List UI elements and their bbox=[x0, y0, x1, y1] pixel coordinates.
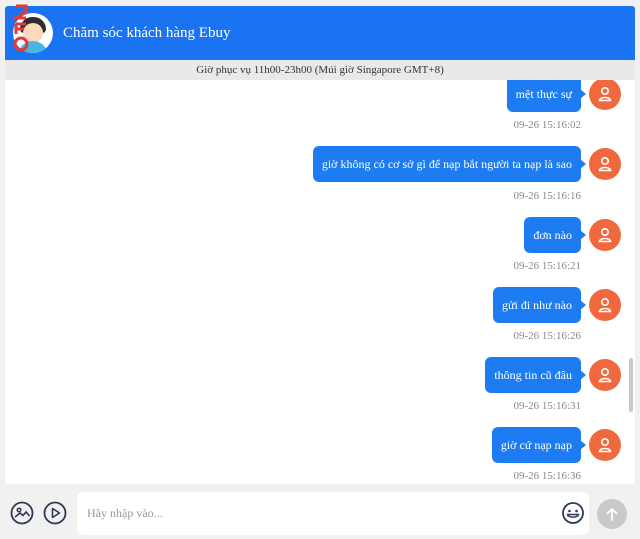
chat-header: Chăm sóc khách hàng Ebuy bbox=[5, 4, 635, 60]
message-bubble: thông tin cũ đâu bbox=[485, 357, 586, 393]
image-upload-button[interactable] bbox=[10, 501, 34, 525]
message-timestamp: 09-26 15:16:02 bbox=[513, 119, 581, 131]
user-avatar-icon bbox=[589, 148, 621, 180]
message-bubble: gửi đi như nào bbox=[492, 287, 587, 323]
scrollbar-thumb[interactable] bbox=[629, 358, 633, 412]
message-timestamp: 09-26 15:16:21 bbox=[513, 260, 581, 272]
arrow-up-icon bbox=[606, 508, 618, 521]
message-timestamp: 09-26 15:16:31 bbox=[513, 400, 581, 412]
emoji-button[interactable] bbox=[561, 501, 585, 525]
brand-logo bbox=[11, 4, 29, 52]
message-bubble: giờ cứ nạp nạp bbox=[491, 427, 587, 463]
message-row: đơn nào bbox=[524, 217, 621, 253]
message-row: thông tin cũ đâu bbox=[485, 357, 621, 393]
user-avatar-icon bbox=[589, 429, 621, 461]
message-input[interactable] bbox=[87, 502, 547, 524]
message-row: giờ không có cơ sở gì để nạp bắt người t… bbox=[312, 146, 621, 182]
message-bubble: đơn nào bbox=[524, 217, 586, 253]
message-list[interactable]: mệt thực sự 09-26 15:16:02 giờ không có … bbox=[5, 80, 635, 484]
user-avatar-icon bbox=[589, 80, 621, 110]
message-timestamp: 09-26 15:16:26 bbox=[513, 330, 581, 342]
message-input-box bbox=[77, 492, 589, 535]
message-row: gửi đi như nào bbox=[492, 287, 621, 323]
send-button[interactable] bbox=[597, 499, 627, 529]
play-icon bbox=[43, 501, 67, 525]
message-bubble: mệt thực sự bbox=[506, 80, 587, 112]
message-bubble: giờ không có cơ sở gì để nạp bắt người t… bbox=[312, 146, 587, 182]
message-composer bbox=[5, 484, 635, 539]
smiley-icon bbox=[562, 502, 584, 524]
service-hours-notice: Giờ phục vụ 11h00-23h00 (Múi giờ Singapo… bbox=[5, 60, 635, 80]
message-row: giờ cứ nạp nạp bbox=[491, 427, 621, 463]
header-title: Chăm sóc khách hàng Ebuy bbox=[63, 24, 231, 41]
user-avatar-icon bbox=[589, 219, 621, 251]
message-timestamp: 09-26 15:16:16 bbox=[513, 190, 581, 202]
message-timestamp: 09-26 15:16:36 bbox=[513, 470, 581, 482]
user-avatar-icon bbox=[589, 289, 621, 321]
message-row: mệt thực sự bbox=[506, 80, 621, 112]
chat-window: Chăm sóc khách hàng Ebuy Giờ phục vụ 11h… bbox=[0, 0, 640, 539]
image-icon bbox=[10, 501, 34, 525]
video-upload-button[interactable] bbox=[43, 501, 67, 525]
user-avatar-icon bbox=[589, 359, 621, 391]
